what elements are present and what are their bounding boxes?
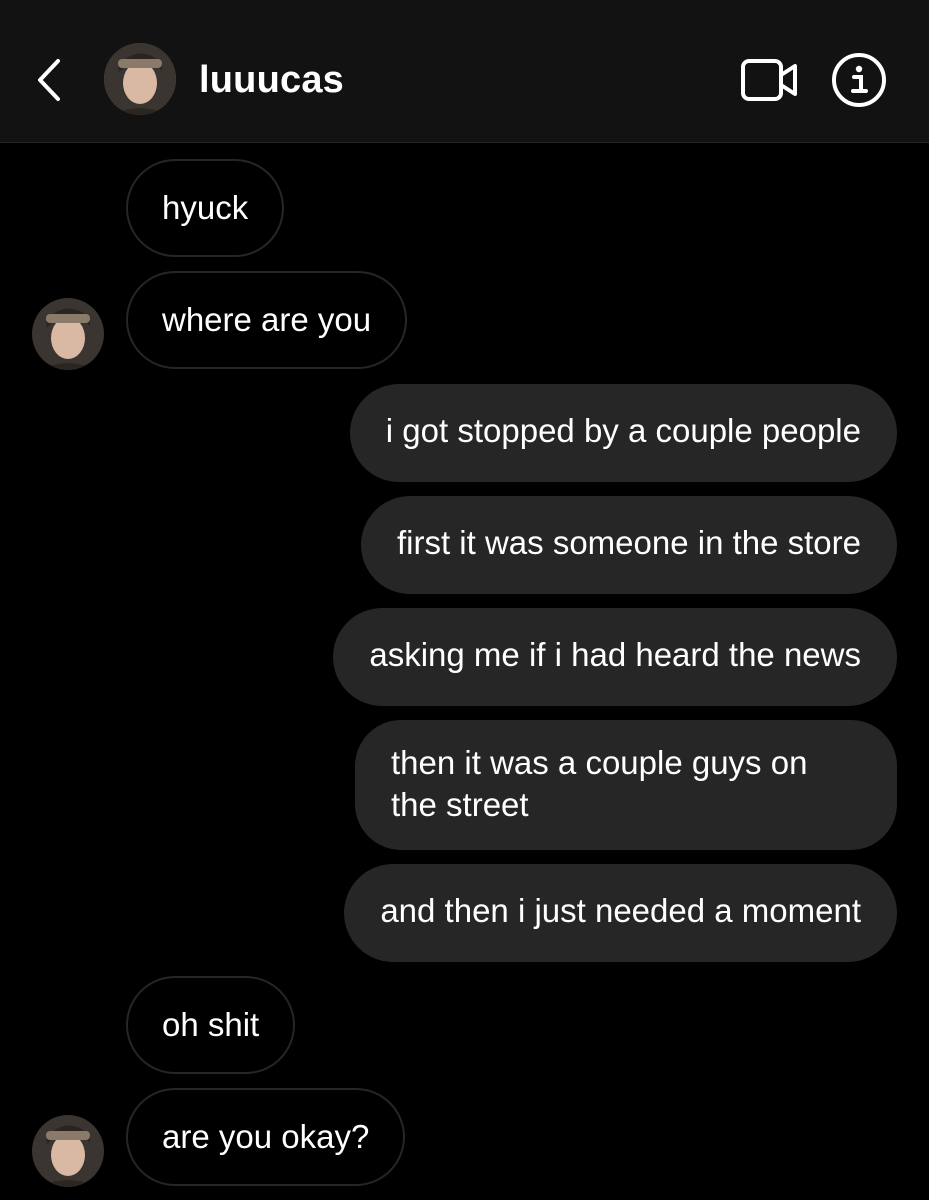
contact-username[interactable]: luuucas xyxy=(199,58,344,102)
avatar-photo xyxy=(104,43,176,115)
outgoing-message[interactable]: and then i just needed a moment xyxy=(344,864,897,962)
info-button[interactable] xyxy=(831,52,887,108)
outgoing-message[interactable]: i got stopped by a couple people xyxy=(349,384,897,482)
chevron-left-icon xyxy=(38,59,60,101)
outgoing-message[interactable]: then it was a couple guys on the street xyxy=(355,720,897,850)
avatar-photo xyxy=(32,1115,104,1187)
video-camera-icon xyxy=(741,59,797,101)
video-call-button[interactable] xyxy=(740,56,800,104)
incoming-message[interactable]: are you okay? xyxy=(126,1088,406,1186)
outgoing-message[interactable]: asking me if i had heard the news xyxy=(333,608,897,706)
avatar-photo xyxy=(32,298,104,370)
outgoing-message[interactable]: first it was someone in the store xyxy=(360,496,897,594)
chat-header: luuucas xyxy=(0,0,929,143)
incoming-message[interactable]: oh shit xyxy=(126,976,296,1074)
info-icon xyxy=(832,53,886,107)
contact-avatar[interactable] xyxy=(104,43,176,115)
sender-avatar[interactable] xyxy=(32,1115,104,1187)
incoming-message[interactable]: where are you xyxy=(126,271,408,369)
sender-avatar[interactable] xyxy=(32,298,104,370)
back-button[interactable] xyxy=(30,55,70,105)
incoming-message[interactable]: hyuck xyxy=(126,159,285,257)
